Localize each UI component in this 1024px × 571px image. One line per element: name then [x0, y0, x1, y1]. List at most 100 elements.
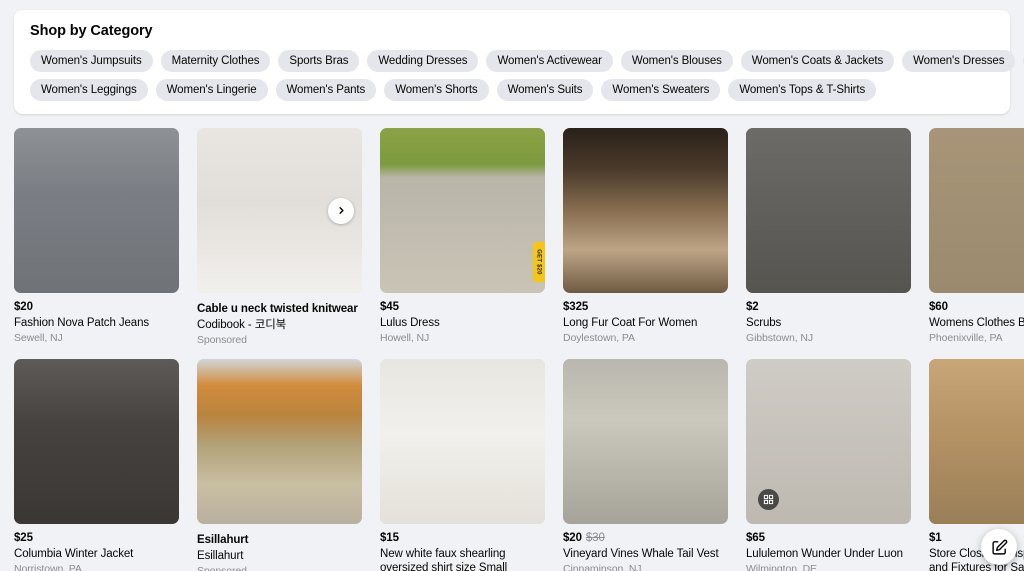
- listing-sponsored-label: Sponsored: [197, 334, 247, 346]
- listing-photo: [380, 359, 545, 524]
- category-chip[interactable]: Women's Dresses: [902, 50, 1016, 72]
- listing-location: Norristown, PA: [14, 563, 82, 571]
- listing-photo: [14, 128, 179, 293]
- listing-title: Scrubs: [746, 317, 782, 329]
- category-chip-row: Women's Jumpsuits Maternity Clothes Sports…: [30, 50, 1024, 72]
- category-chip[interactable]: Women's Leggings: [30, 79, 148, 101]
- listing-price: $45: [380, 300, 545, 314]
- category-chip[interactable]: Women's Shorts: [384, 79, 489, 101]
- listing-info: $15 New white faux shearling oversized sh…: [380, 524, 545, 571]
- category-chip[interactable]: Maternity Clothes: [160, 50, 271, 72]
- listing-title: Long Fur Coat For Women: [563, 317, 698, 329]
- listing-photo: [929, 128, 1024, 293]
- category-chip[interactable]: Women's Suits: [496, 79, 594, 101]
- listing-card[interactable]: $325 Long Fur Coat For Women Doylestown, P…: [563, 128, 728, 347]
- category-chip[interactable]: Women's Sweaters: [601, 79, 721, 101]
- category-chip[interactable]: Women's Pants: [275, 79, 377, 101]
- category-chip-row: Women's Leggings Women's Lingerie Women's …: [30, 79, 994, 101]
- listing-photo: [197, 359, 362, 524]
- listing-price: $20 $30: [563, 531, 728, 545]
- listing-thumbnail[interactable]: [563, 128, 728, 293]
- listing-photo: [14, 359, 179, 524]
- listing-card[interactable]: $60 Womens Clothes Bundle Phoenixville, PA: [929, 128, 1024, 347]
- category-chip[interactable]: Women's Jumpsuits: [30, 50, 153, 72]
- listing-price: $20: [14, 300, 179, 314]
- promo-tab-badge[interactable]: GET $20: [533, 242, 545, 282]
- listing-thumbnail[interactable]: [380, 359, 545, 524]
- category-chip[interactable]: Women's Lingerie: [155, 79, 268, 101]
- listing-info: $65 Lululemon Wunder Under Luon Wilmington…: [746, 524, 911, 571]
- listing-info: $60 Womens Clothes Bundle Phoenixville, PA: [929, 293, 1024, 345]
- category-chip[interactable]: Women's Blouses: [620, 50, 733, 72]
- listing-title: Lululemon Wunder Under Luon: [746, 548, 903, 560]
- listing-thumbnail[interactable]: [197, 128, 362, 293]
- listing-current-price: $25: [14, 532, 33, 544]
- listing-thumbnail[interactable]: [746, 128, 911, 293]
- listing-location: Doylestown, PA: [563, 332, 635, 344]
- listing-info: Cable u neck twisted knitwear Codibook - …: [197, 293, 362, 347]
- listing-price: $15: [380, 531, 545, 545]
- shop-by-category-title: Shop by Category: [30, 23, 153, 39]
- listing-current-price: $325: [563, 301, 589, 313]
- listing-advertiser: Codibook - 코디북: [197, 319, 287, 331]
- listing-current-price: $2: [746, 301, 759, 313]
- listing-sponsored-label: Sponsored: [197, 565, 247, 571]
- carousel-next-button[interactable]: [328, 197, 354, 224]
- listing-card[interactable]: $2 Scrubs Gibbstown, NJ: [746, 128, 911, 347]
- listing-photo: [746, 128, 911, 293]
- listing-thumbnail[interactable]: [929, 128, 1024, 293]
- listing-title: Vineyard Vines Whale Tail Vest: [563, 548, 719, 560]
- category-chip[interactable]: Women's Tops & T-Shirts: [728, 79, 877, 101]
- listing-current-price: $20: [14, 301, 33, 313]
- listing-current-price: $1: [929, 532, 942, 544]
- listing-current-price: $15: [380, 532, 399, 544]
- listing-info: $2 Scrubs Gibbstown, NJ: [746, 293, 911, 345]
- listing-info: $25 Columbia Winter Jacket Norristown, PA: [14, 524, 179, 571]
- category-chip[interactable]: Wedding Dresses: [367, 50, 479, 72]
- listing-thumbnail[interactable]: [563, 359, 728, 524]
- listing-info: $325 Long Fur Coat For Women Doylestown, P…: [563, 293, 728, 345]
- listing-card[interactable]: Cable u neck twisted knitwear Codibook - …: [197, 128, 362, 347]
- listing-info: $20 $30 Vineyard Vines Whale Tail Vest Cinn…: [563, 524, 728, 571]
- listing-title: Fashion Nova Patch Jeans: [14, 317, 150, 329]
- listing-photo: [380, 128, 545, 293]
- listing-thumbnail[interactable]: [746, 359, 911, 524]
- chevron-right-icon: [338, 207, 344, 214]
- listing-location: Gibbstown, NJ: [746, 332, 813, 344]
- listing-card[interactable]: $15 New white faux shearling oversized sh…: [380, 359, 545, 571]
- category-chip[interactable]: Women's Coats & Jackets: [740, 50, 895, 72]
- listing-thumbnail[interactable]: [14, 359, 179, 524]
- marketplace-listing-grid: $20 Fashion Nova Patch Jeans Sewell, NJ Cab…: [14, 128, 1024, 571]
- listing-current-price: $60: [929, 301, 948, 313]
- qr-code-icon: [763, 494, 774, 505]
- listing-title: Esillahurt: [197, 534, 249, 546]
- listing-thumbnail[interactable]: [197, 359, 362, 524]
- listing-price: $2: [746, 300, 911, 314]
- listing-info: $45 Lulus Dress Howell, NJ: [380, 293, 545, 345]
- category-chip-list: Women's Jumpsuits Maternity Clothes Sports…: [30, 50, 1024, 101]
- listing-price: $60: [929, 300, 1024, 314]
- listing-photo: [563, 359, 728, 524]
- listing-info: Esillahurt Esillahurt Sponsored: [197, 524, 362, 571]
- scan-code-badge[interactable]: [758, 489, 779, 510]
- listing-card[interactable]: $20 Fashion Nova Patch Jeans Sewell, NJ: [14, 128, 179, 347]
- shop-by-category-panel: Shop by Category Women's Jumpsuits Matern…: [14, 10, 1024, 114]
- listing-card[interactable]: GET $20 $45 Lulus Dress Howell, NJ: [380, 128, 545, 347]
- listing-card[interactable]: $65 Lululemon Wunder Under Luon Wilmington…: [746, 359, 911, 571]
- listing-current-price: $20: [563, 532, 582, 544]
- listing-advertiser: Esillahurt: [197, 550, 244, 562]
- category-chip[interactable]: Women's Activewear: [486, 50, 613, 72]
- listing-title: Womens Clothes Bundle: [929, 317, 1024, 329]
- create-new-listing-button[interactable]: [981, 529, 1017, 565]
- listing-card[interactable]: $25 Columbia Winter Jacket Norristown, PA: [14, 359, 179, 571]
- listing-thumbnail[interactable]: GET $20: [380, 128, 545, 293]
- listing-card[interactable]: $20 $30 Vineyard Vines Whale Tail Vest Cinn…: [563, 359, 728, 571]
- listing-price: $25: [14, 531, 179, 545]
- listing-thumbnail[interactable]: [929, 359, 1024, 524]
- listing-card[interactable]: Esillahurt Esillahurt Sponsored: [197, 359, 362, 571]
- category-chip[interactable]: Sports Bras: [278, 50, 360, 72]
- listing-thumbnail[interactable]: [14, 128, 179, 293]
- listing-photo: [563, 128, 728, 293]
- listing-current-price: $45: [380, 301, 399, 313]
- listing-location: Cinnaminson, NJ: [563, 563, 642, 571]
